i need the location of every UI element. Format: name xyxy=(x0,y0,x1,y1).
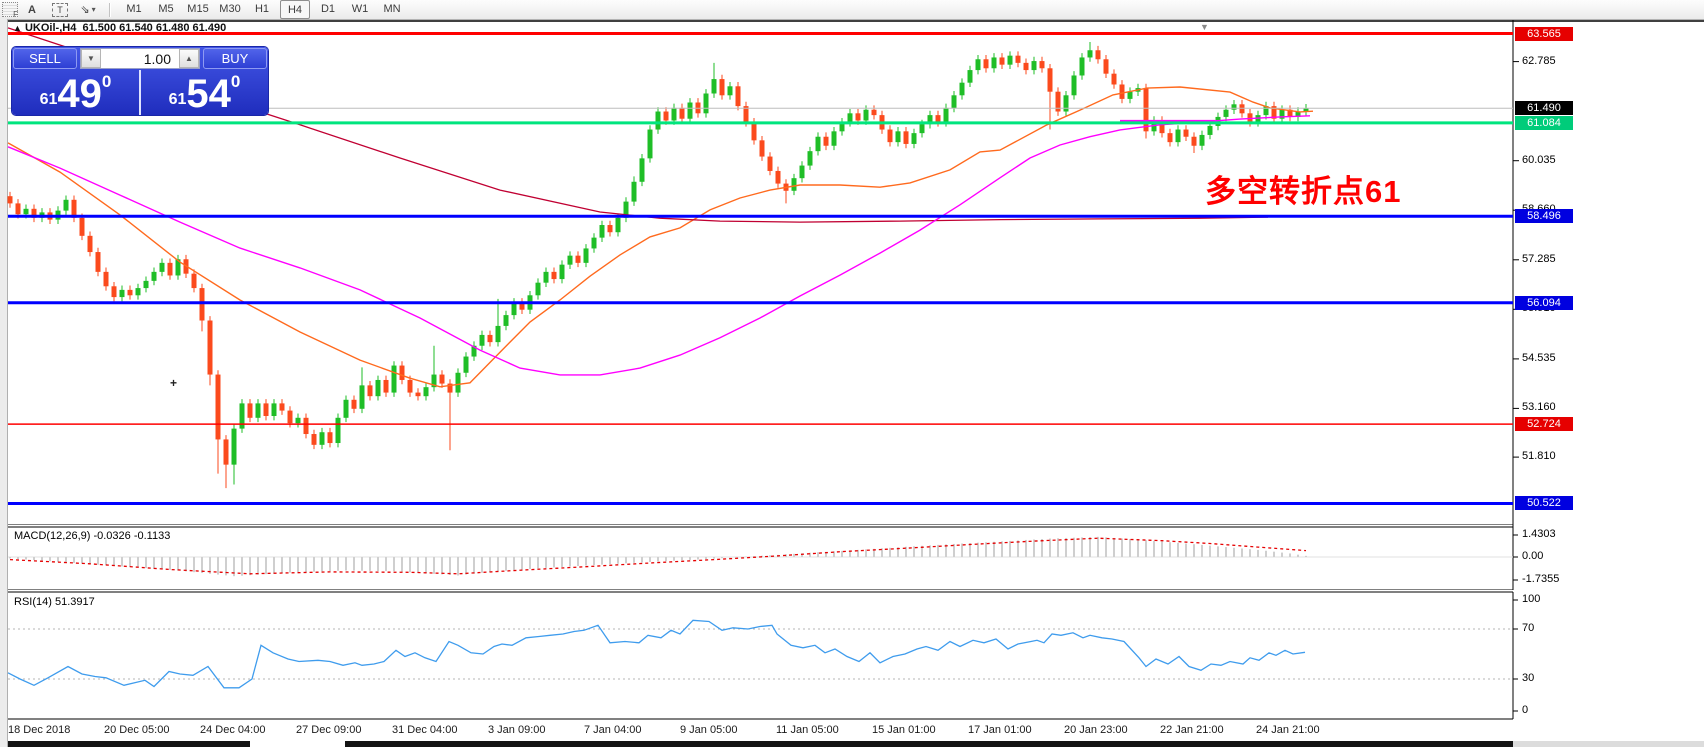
date-label: 27 Dec 09:00 xyxy=(296,724,361,736)
text-tool-icon[interactable]: T xyxy=(52,3,68,17)
chevron-down-icon: ▾ xyxy=(92,5,96,14)
date-label: 9 Jan 05:00 xyxy=(680,724,738,736)
timeframe-m5[interactable]: M5 xyxy=(152,0,180,17)
date-label: 31 Dec 04:00 xyxy=(392,724,457,736)
chart-title: ▲ UKOil-,H4 61.500 61.540 61.480 61.490 xyxy=(13,22,226,34)
volume-up-button[interactable]: ▲ xyxy=(179,49,199,68)
mt4-window: F A T ⇘ ▾ M1M5M15M30H1H4D1W1MN ▲ UKOil-,… xyxy=(0,0,1704,747)
one-click-trading-panel: SELL ▼ ▲ BUY 61490 61540 xyxy=(12,47,268,115)
timeframe-m1[interactable]: M1 xyxy=(120,0,148,17)
buy-button[interactable]: BUY xyxy=(203,48,267,69)
toolbar: F A T ⇘ ▾ M1M5M15M30H1H4D1W1MN xyxy=(0,0,1704,20)
price-badge: 50.522 xyxy=(1515,496,1573,510)
price-tick: 53.160 xyxy=(1522,401,1556,413)
sell-price-small: 61 xyxy=(40,91,58,109)
bottom-bar-left xyxy=(8,741,250,747)
gripper-f-label: F xyxy=(13,10,18,19)
macd-pane[interactable] xyxy=(0,525,1704,590)
crosshair-mark: + xyxy=(170,376,177,390)
chart-symbol: UKOil-,H4 xyxy=(25,22,76,34)
timeframe-w1[interactable]: W1 xyxy=(346,0,374,17)
rsi-label: RSI(14) 51.3917 xyxy=(14,596,95,608)
volume-input[interactable] xyxy=(101,49,179,68)
font-a-icon[interactable]: A xyxy=(19,0,45,19)
volume-down-button[interactable]: ▼ xyxy=(81,49,101,68)
macd-tick: 0.00 xyxy=(1522,550,1543,562)
rsi-tick: 70 xyxy=(1522,622,1534,634)
macd-label: MACD(12,26,9) -0.0326 -0.1133 xyxy=(14,530,170,542)
sell-price[interactable]: 61490 xyxy=(12,70,141,115)
price-badge: 58.496 xyxy=(1515,209,1573,223)
date-label: 11 Jan 05:00 xyxy=(776,724,839,736)
sell-button[interactable]: SELL xyxy=(13,48,77,69)
macd-tick: -1.7355 xyxy=(1522,573,1559,585)
date-label: 7 Jan 04:00 xyxy=(584,724,642,736)
timeframe-mn[interactable]: MN xyxy=(378,0,406,17)
date-label: 24 Dec 04:00 xyxy=(200,724,265,736)
draw-tools-icon[interactable]: ⇘ ▾ xyxy=(75,0,101,19)
chart-shift-marker-icon[interactable]: ▼ xyxy=(1200,22,1209,32)
price-tick: 54.535 xyxy=(1522,352,1556,364)
sell-price-big: 49 xyxy=(57,75,102,113)
bottom-bar-right xyxy=(345,741,1513,747)
price-badge: 63.565 xyxy=(1515,27,1573,41)
chinese-annotation: 多空转折点61 xyxy=(1205,166,1401,211)
timeframe-d1[interactable]: D1 xyxy=(314,0,342,17)
timeframe-m15[interactable]: M15 xyxy=(184,0,212,17)
rsi-tick: 30 xyxy=(1522,672,1534,684)
date-label: 20 Jan 23:00 xyxy=(1064,724,1128,736)
rsi-pane[interactable] xyxy=(0,590,1704,720)
date-label: 15 Jan 01:00 xyxy=(872,724,936,736)
toolbar-separator xyxy=(109,3,111,17)
draw-arrow-icon: ⇘ xyxy=(80,3,89,16)
date-label: 18 Dec 2018 xyxy=(8,724,70,736)
date-label: 20 Dec 05:00 xyxy=(104,724,169,736)
timeframe-h4[interactable]: H4 xyxy=(280,0,310,19)
buy-price-small: 61 xyxy=(169,91,187,109)
date-label: 17 Jan 01:00 xyxy=(968,724,1032,736)
collapse-arrow-icon[interactable]: ▲ xyxy=(13,23,22,33)
price-tick: 62.785 xyxy=(1522,55,1556,67)
price-tick: 57.285 xyxy=(1522,253,1556,265)
date-label: 22 Jan 21:00 xyxy=(1160,724,1224,736)
timeframe-h1[interactable]: H1 xyxy=(248,0,276,17)
macd-tick: 1.4303 xyxy=(1522,528,1556,540)
date-label: 3 Jan 09:00 xyxy=(488,724,546,736)
buy-price-big: 54 xyxy=(186,75,231,113)
price-badge: 56.094 xyxy=(1515,296,1573,310)
toolbar-gripper[interactable]: F xyxy=(2,2,18,17)
price-tick: 51.810 xyxy=(1522,450,1556,462)
rsi-tick: 0 xyxy=(1522,704,1528,716)
sell-price-sup: 0 xyxy=(102,72,111,92)
bottom-bar-corner xyxy=(1513,741,1704,747)
timeframe-m30[interactable]: M30 xyxy=(216,0,244,17)
rsi-tick: 100 xyxy=(1522,593,1540,605)
volume-spinner: ▼ ▲ xyxy=(80,48,200,69)
price-badge: 61.084 xyxy=(1515,116,1573,130)
timeframe-group: M1M5M15M30H1H4D1W1MN xyxy=(118,0,408,19)
buy-price-sup: 0 xyxy=(231,72,240,92)
chart-ohlc: 61.500 61.540 61.480 61.490 xyxy=(82,22,226,34)
date-label: 24 Jan 21:00 xyxy=(1256,724,1320,736)
price-tick: 60.035 xyxy=(1522,154,1556,166)
buy-price[interactable]: 61540 xyxy=(141,70,268,115)
price-badge: 61.490 xyxy=(1515,101,1573,115)
price-badge: 52.724 xyxy=(1515,417,1573,431)
